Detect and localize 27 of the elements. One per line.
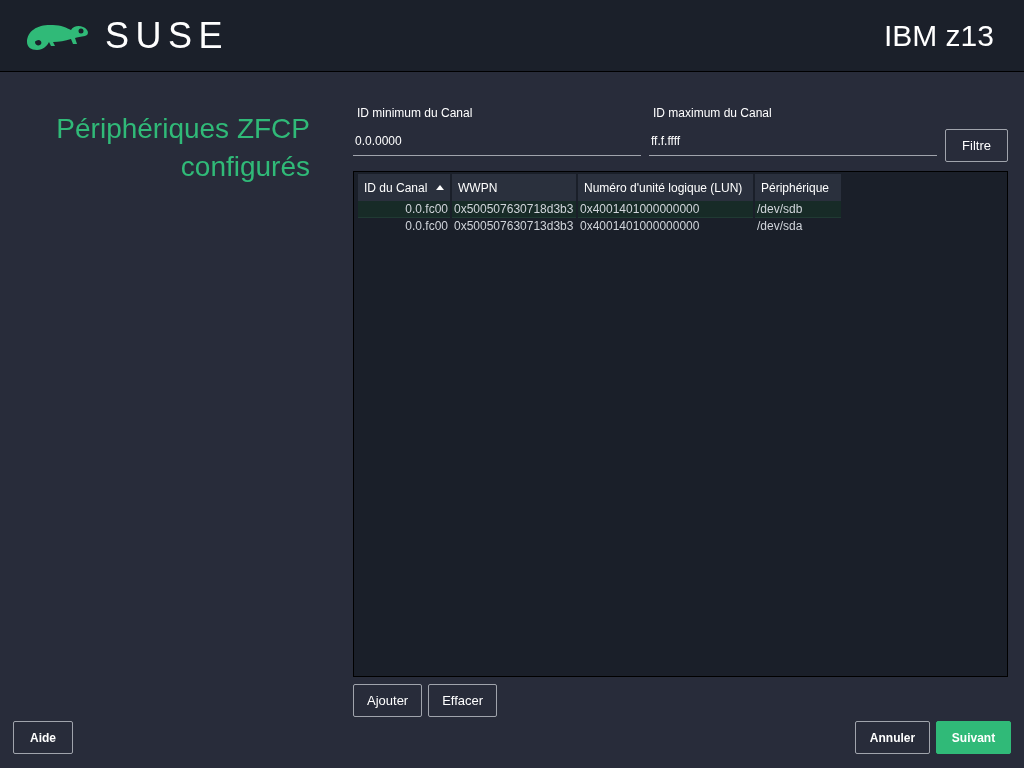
input-field[interactable]: ff.f.ffff [649, 132, 937, 156]
table-cell-text: 0x500507630713d3b3 [453, 218, 575, 234]
field-label: ID minimum du Canal [356, 105, 474, 122]
logo-text: SUSE [105, 17, 229, 54]
cancel-button[interactable]: Annuler [855, 721, 930, 754]
delete-button[interactable]: Effacer [428, 684, 498, 717]
filter-button[interactable]: Filtre [945, 129, 1008, 162]
help-button[interactable]: Aide [13, 721, 73, 754]
table-cell: 0x500507630718d3b3 [452, 201, 576, 218]
table-cell-text: /dev/sda [756, 218, 804, 234]
field-label: ID maximum du Canal [652, 105, 773, 122]
input-field[interactable]: 0.0.0000 [353, 132, 641, 156]
table-row[interactable]: 0.0.fc00 0x500507630718d3b3 0x4001401000000000 /dev/sdb [358, 201, 841, 218]
page-title: Périphériques ZFCP configurés [55, 112, 310, 184]
column-header[interactable]: Numéro d'unité logique (LUN) [578, 174, 753, 201]
add-button[interactable]: Ajouter [353, 684, 423, 717]
sort-ascending-icon [436, 185, 444, 190]
column-header[interactable]: Périphérique [755, 174, 841, 201]
machine-name: IBM z13 [883, 20, 994, 51]
table-row[interactable]: 0.0.fc00 0x500507630713d3b3 0x4001401000000000 /dev/sda [358, 218, 841, 234]
column-header[interactable]: ID du Canal [358, 174, 450, 201]
column-header[interactable]: WWPN [452, 174, 576, 201]
table-cell: /dev/sdb [755, 201, 841, 218]
table-cell-text: 0.0.fc00 [404, 218, 449, 234]
table-cell-text: 0x4001401000000000 [579, 218, 701, 234]
table-cell: 0.0.fc00 [358, 201, 450, 218]
table-cell: 0x4001401000000000 [578, 201, 753, 218]
